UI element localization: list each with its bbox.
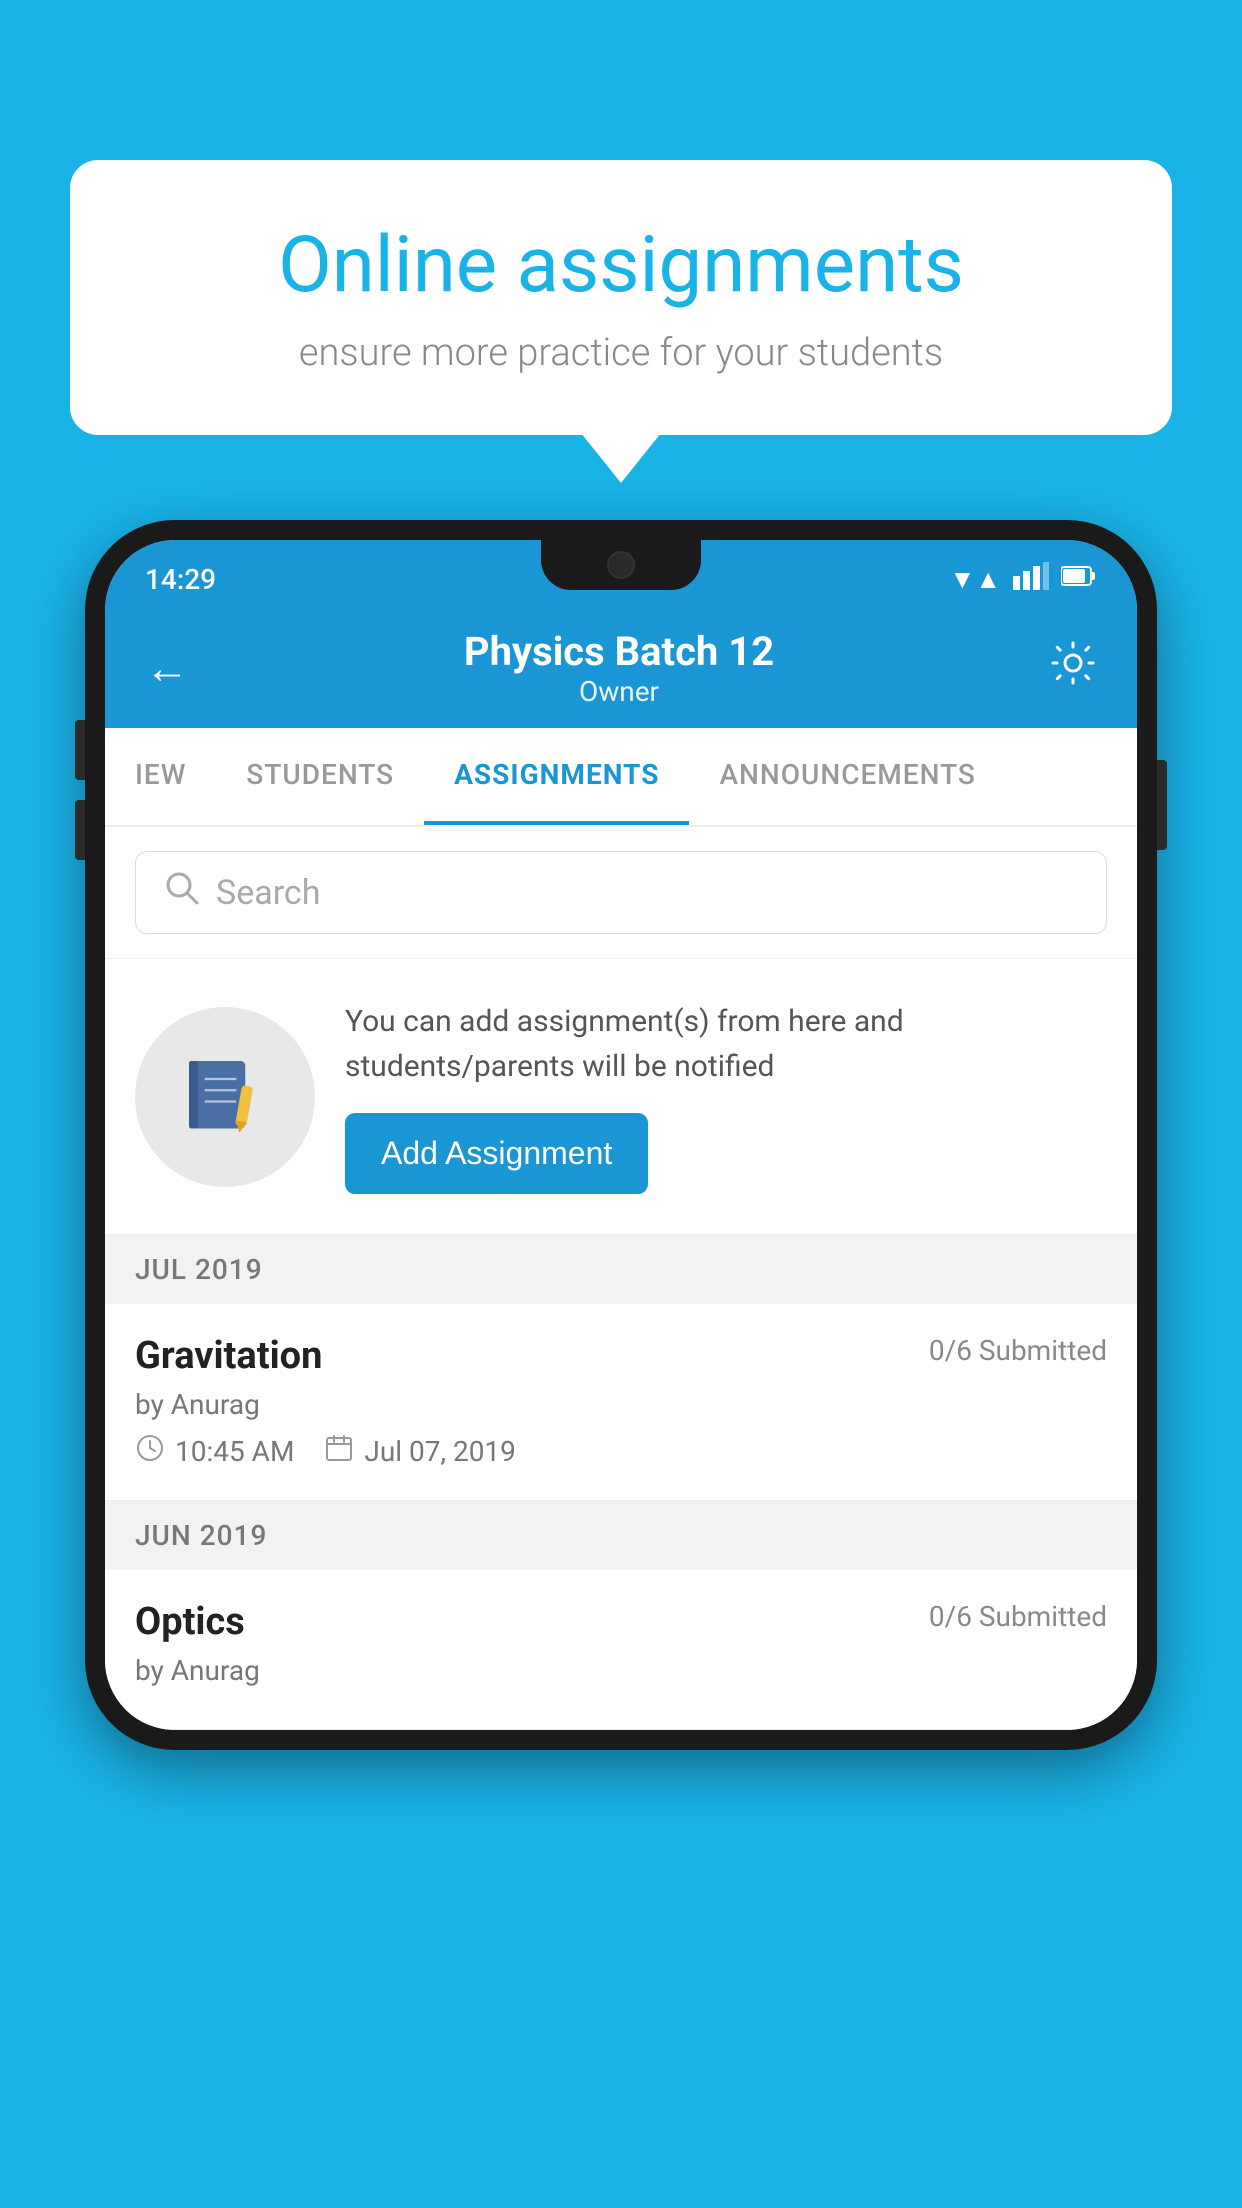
clock-icon: [135, 1433, 165, 1470]
info-card: You can add assignment(s) from here and …: [105, 959, 1137, 1235]
month-header-jun: JUN 2019: [105, 1501, 1137, 1570]
signal-icon: [1013, 562, 1049, 597]
assignment-meta: 10:45 AM Jul 07, 2019: [135, 1433, 1107, 1470]
phone-power-button: [1157, 760, 1167, 850]
app-header: ← Physics Batch 12 Owner: [105, 608, 1137, 728]
phone-container: 14:29 ▼▲: [85, 520, 1157, 2208]
assignment-by: by Anurag: [135, 1388, 1107, 1421]
assignment-submitted: 0/6 Submitted: [929, 1334, 1107, 1367]
status-icons: ▼▲: [950, 562, 1097, 597]
tab-announcements[interactable]: ANNOUNCEMENTS: [689, 728, 1005, 825]
speech-bubble-container: Online assignments ensure more practice …: [70, 160, 1172, 435]
search-placeholder: Search: [216, 873, 320, 913]
tab-assignments[interactable]: ASSIGNMENTS: [424, 728, 689, 825]
info-card-description: You can add assignment(s) from here and …: [345, 999, 1107, 1089]
tabs-bar: IEW STUDENTS ASSIGNMENTS ANNOUNCEMENTS: [105, 728, 1137, 827]
assignment-item-top: Gravitation 0/6 Submitted: [135, 1334, 1107, 1378]
assignment-item-top-optics: Optics 0/6 Submitted: [135, 1600, 1107, 1644]
search-icon: [164, 870, 200, 915]
meta-time: 10:45 AM: [135, 1433, 294, 1470]
assignment-by-optics: by Anurag: [135, 1654, 1107, 1687]
info-card-right: You can add assignment(s) from here and …: [345, 999, 1107, 1194]
back-button[interactable]: ←: [145, 642, 189, 694]
assignment-item-gravitation[interactable]: Gravitation 0/6 Submitted by Anurag: [105, 1304, 1137, 1501]
phone-screen: 14:29 ▼▲: [105, 540, 1137, 1730]
speech-bubble-subtitle: ensure more practice for your students: [140, 331, 1102, 375]
phone-camera: [607, 551, 635, 579]
meta-date: Jul 07, 2019: [324, 1433, 516, 1470]
phone-outer: 14:29 ▼▲: [85, 520, 1157, 1750]
header-subtitle: Owner: [464, 675, 774, 708]
tab-students[interactable]: STUDENTS: [216, 728, 424, 825]
add-assignment-button[interactable]: Add Assignment: [345, 1113, 648, 1194]
settings-button[interactable]: [1049, 639, 1097, 698]
phone-volume-up-button: [75, 720, 85, 780]
speech-bubble: Online assignments ensure more practice …: [70, 160, 1172, 435]
header-title: Physics Batch 12: [464, 628, 774, 675]
tab-iew[interactable]: IEW: [105, 728, 216, 825]
battery-icon: [1061, 564, 1097, 594]
assignment-date: Jul 07, 2019: [364, 1435, 516, 1468]
assignment-time: 10:45 AM: [175, 1435, 294, 1468]
header-center: Physics Batch 12 Owner: [464, 628, 774, 708]
notebook-icon: [180, 1052, 270, 1142]
assignment-submitted-optics: 0/6 Submitted: [929, 1600, 1107, 1633]
assignment-name-optics: Optics: [135, 1600, 245, 1644]
search-container: Search: [105, 827, 1137, 959]
assignment-name: Gravitation: [135, 1334, 322, 1378]
notebook-icon-circle: [135, 1007, 315, 1187]
search-input-wrapper[interactable]: Search: [135, 851, 1107, 934]
phone-volume-down-button: [75, 800, 85, 860]
speech-bubble-title: Online assignments: [140, 220, 1102, 311]
status-time: 14:29: [145, 563, 216, 596]
wifi-icon: ▼▲: [950, 564, 1001, 595]
calendar-icon: [324, 1433, 354, 1470]
phone-notch: [541, 540, 701, 590]
assignment-item-optics[interactable]: Optics 0/6 Submitted by Anurag: [105, 1570, 1137, 1730]
month-header-jul: JUL 2019: [105, 1235, 1137, 1304]
